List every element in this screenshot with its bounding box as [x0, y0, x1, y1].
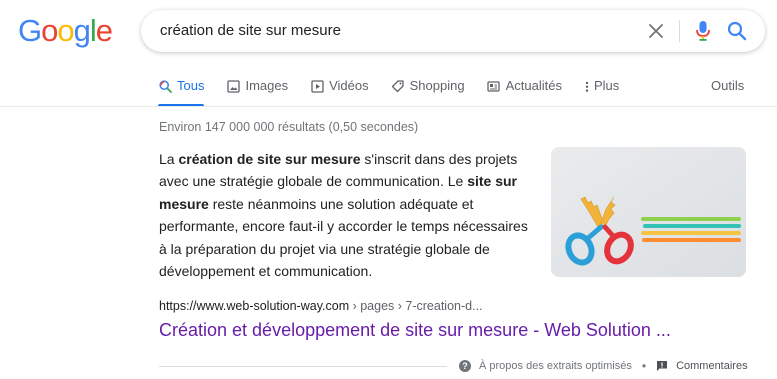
result-url: https://www.web-solution-way.com — [159, 299, 350, 313]
tab-label: Images — [245, 78, 289, 93]
search-submit-icon[interactable] — [725, 19, 749, 43]
snippet-footer: ? À propos des extraits optimisés • Comm… — [459, 359, 748, 373]
tag-icon — [391, 79, 405, 93]
tab-label: Shopping — [409, 78, 465, 93]
snippet-text: reste néanmoins une solution adéquate et… — [159, 195, 528, 280]
footer-separator: • — [641, 359, 647, 373]
search-box[interactable] — [141, 10, 765, 52]
news-icon — [487, 79, 501, 93]
search-input[interactable] — [160, 22, 630, 39]
tab-label: Actualités — [505, 78, 562, 93]
microphone-icon[interactable] — [691, 19, 715, 43]
tab-label: Plus — [593, 78, 620, 93]
snippet-bold-text: création de site sur mesure — [178, 151, 361, 167]
featured-snippet-text: La création de site sur mesure s'inscrit… — [159, 148, 534, 282]
video-icon — [310, 79, 324, 93]
about-snippets-link[interactable]: ? À propos des extraits optimisés — [459, 360, 632, 372]
tab-videos[interactable]: Vidéos — [310, 78, 369, 106]
footer-divider — [159, 366, 447, 367]
logo-letter: e — [95, 13, 113, 48]
snippet-thumbnail[interactable] — [551, 147, 746, 277]
tab-images[interactable]: Images — [226, 78, 288, 106]
image-icon — [226, 79, 240, 93]
logo-letter: o — [41, 13, 58, 48]
snippet-text: La — [159, 151, 179, 167]
search-divider — [679, 20, 680, 42]
search-tabs: Tous Images Vidéos Shopping Actualités P… — [158, 78, 641, 107]
tools-button[interactable]: Outils — [711, 78, 744, 93]
clear-icon[interactable] — [645, 20, 667, 42]
logo-letter: g — [73, 13, 91, 48]
logo-letter: G — [18, 13, 42, 48]
feedback-label: Commentaires — [676, 360, 748, 372]
more-icon — [584, 79, 590, 93]
tab-label: Tous — [177, 78, 205, 93]
tab-actualites[interactable]: Actualités — [487, 78, 562, 106]
google-logo[interactable]: Google — [18, 13, 113, 48]
result-breadcrumbs: › pages › 7-creation-d... — [349, 299, 483, 313]
help-icon: ? — [459, 360, 471, 372]
feedback-link[interactable]: Commentaires — [656, 360, 748, 372]
tab-tous[interactable]: Tous — [158, 78, 205, 107]
scissors-image — [551, 147, 746, 277]
feedback-icon — [656, 360, 668, 372]
tabs-divider — [0, 106, 777, 107]
result-citation[interactable]: https://www.web-solution-way.com › pages… — [159, 299, 483, 313]
tab-shopping[interactable]: Shopping — [391, 78, 465, 106]
about-snippets-label: À propos des extraits optimisés — [479, 360, 632, 372]
tab-label: Vidéos — [329, 78, 369, 93]
svg-text:?: ? — [462, 361, 468, 371]
result-stats: Environ 147 000 000 résultats (0,50 seco… — [159, 120, 419, 134]
search-icon — [158, 79, 172, 93]
tab-plus[interactable]: Plus — [584, 78, 619, 106]
result-title-link[interactable]: Création et développement de site sur me… — [159, 320, 671, 341]
logo-letter: o — [57, 13, 74, 48]
